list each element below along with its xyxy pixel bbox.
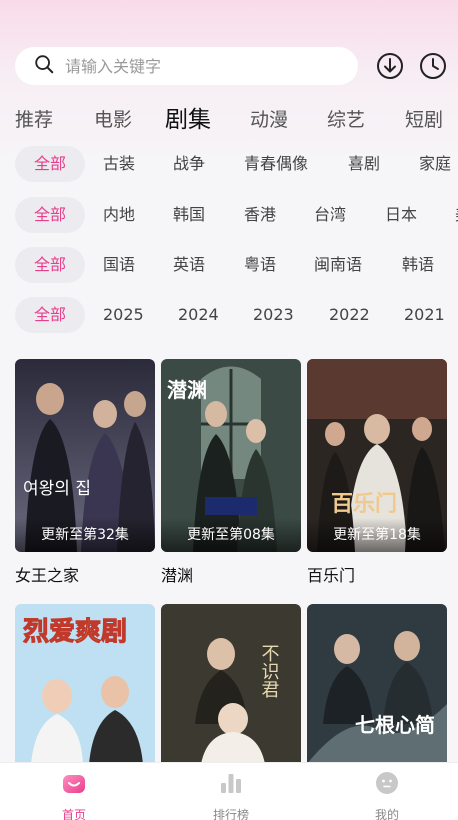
filter-chip[interactable]: 古装 [103, 146, 135, 182]
search-bar[interactable] [15, 47, 358, 85]
filter-chip[interactable]: 2022 [329, 297, 370, 333]
filter-row-year: 全部 2025 2024 2023 2022 2021 [0, 297, 458, 335]
show-card[interactable]: 潜渊 更新至第08集 潜渊 [161, 359, 301, 586]
tab-anime[interactable]: 动漫 [250, 100, 288, 140]
show-poster[interactable]: 烈爱爽剧 [15, 604, 155, 764]
filter-chip[interactable]: 粤语 [244, 247, 276, 283]
filter-row-genre: 全部 古装 战争 青春偶像 喜剧 家庭 [0, 146, 458, 184]
nav-label-profile: 我的 [374, 808, 399, 820]
filter-chip[interactable]: 韩语 [402, 247, 434, 283]
clock-icon[interactable] [418, 51, 448, 81]
tab-variety[interactable]: 综艺 [327, 100, 365, 140]
search-icon [33, 53, 55, 79]
filter-row-region: 全部 内地 韩国 香港 台湾 日本 美 [0, 197, 458, 235]
nav-label-home: 首页 [61, 808, 86, 820]
filter-chip[interactable]: 内地 [103, 197, 135, 233]
filter-row-language: 全部 国语 英语 粤语 闽南语 韩语 [0, 247, 458, 285]
show-card[interactable]: 여왕의 집 更新至第32集 女王之家 [15, 359, 155, 586]
tab-series[interactable]: 剧集 [165, 100, 211, 140]
show-title: 百乐门 [307, 566, 356, 585]
filter-chip[interactable]: 家庭 [419, 146, 451, 182]
filter-chip[interactable]: 2025 [103, 297, 144, 333]
filter-chip[interactable]: 2023 [253, 297, 294, 333]
filter-chip-all[interactable]: 全部 [15, 247, 85, 283]
poster-title-text: 七根心简 [355, 713, 435, 737]
filter-chip[interactable]: 闽南语 [314, 247, 362, 283]
filter-chip[interactable]: 2024 [178, 297, 219, 333]
header-background [0, 0, 458, 170]
episode-badge: 更新至第18集 [307, 518, 447, 552]
bar-chart-icon [221, 774, 241, 793]
show-poster[interactable]: 여왕의 집 更新至第32集 [15, 359, 155, 552]
main-tabs: 推荐 电影 剧集 动漫 综艺 短剧 [0, 100, 458, 140]
filter-chip-all[interactable]: 全部 [15, 297, 85, 333]
filter-chip-all[interactable]: 全部 [15, 197, 85, 233]
show-poster[interactable]: 百乐门 更新至第18集 [307, 359, 447, 552]
poster-title-text: 潜渊 [167, 378, 207, 402]
episode-badge: 更新至第08集 [161, 518, 301, 552]
filter-chip[interactable]: 2021 [404, 297, 445, 333]
filter-chip[interactable]: 香港 [244, 197, 276, 233]
poster-title-text: 여왕의 집 [23, 479, 91, 499]
search-input[interactable] [65, 56, 325, 76]
show-card[interactable]: 百乐门 更新至第18集 百乐门 [307, 359, 447, 586]
episode-badge: 更新至第32集 [15, 518, 155, 552]
filter-chip-all[interactable]: 全部 [15, 146, 85, 182]
home-icon [63, 775, 85, 793]
poster-title-text: 百乐门 [331, 491, 397, 517]
poster-title-text: 不识君 [259, 644, 280, 698]
filter-chip[interactable]: 英语 [173, 247, 205, 283]
filter-chip[interactable]: 台湾 [314, 197, 346, 233]
show-title: 潜渊 [161, 566, 194, 585]
show-card[interactable]: 不识君 [161, 604, 301, 764]
show-title: 女王之家 [15, 566, 80, 585]
show-card[interactable]: 七根心简 [307, 604, 447, 764]
nav-profile[interactable]: 我的 [327, 763, 447, 820]
show-card[interactable]: 烈爱爽剧 [15, 604, 155, 764]
bottom-nav: 首页 排行榜 我的 [0, 762, 458, 820]
show-poster[interactable]: 七根心简 [307, 604, 447, 764]
show-poster[interactable]: 潜渊 更新至第08集 [161, 359, 301, 552]
filter-chip[interactable]: 韩国 [173, 197, 205, 233]
download-circle-icon[interactable] [375, 51, 405, 81]
filter-chip[interactable]: 战争 [173, 146, 205, 182]
filter-chip[interactable]: 喜剧 [348, 146, 380, 182]
nav-ranking[interactable]: 排行榜 [171, 763, 291, 820]
filter-chip[interactable]: 青春偶像 [244, 146, 308, 182]
nav-home[interactable]: 首页 [14, 763, 134, 820]
tab-recommend[interactable]: 推荐 [15, 100, 53, 140]
show-poster[interactable]: 不识君 [161, 604, 301, 764]
tab-short-drama[interactable]: 短剧 [405, 100, 443, 140]
poster-title-text: 烈爱爽剧 [23, 617, 127, 647]
user-face-icon [376, 772, 398, 794]
filter-chip[interactable]: 日本 [385, 197, 417, 233]
filter-chip[interactable]: 国语 [103, 247, 135, 283]
tab-movies[interactable]: 电影 [94, 100, 132, 140]
nav-label-ranking: 排行榜 [212, 808, 249, 820]
